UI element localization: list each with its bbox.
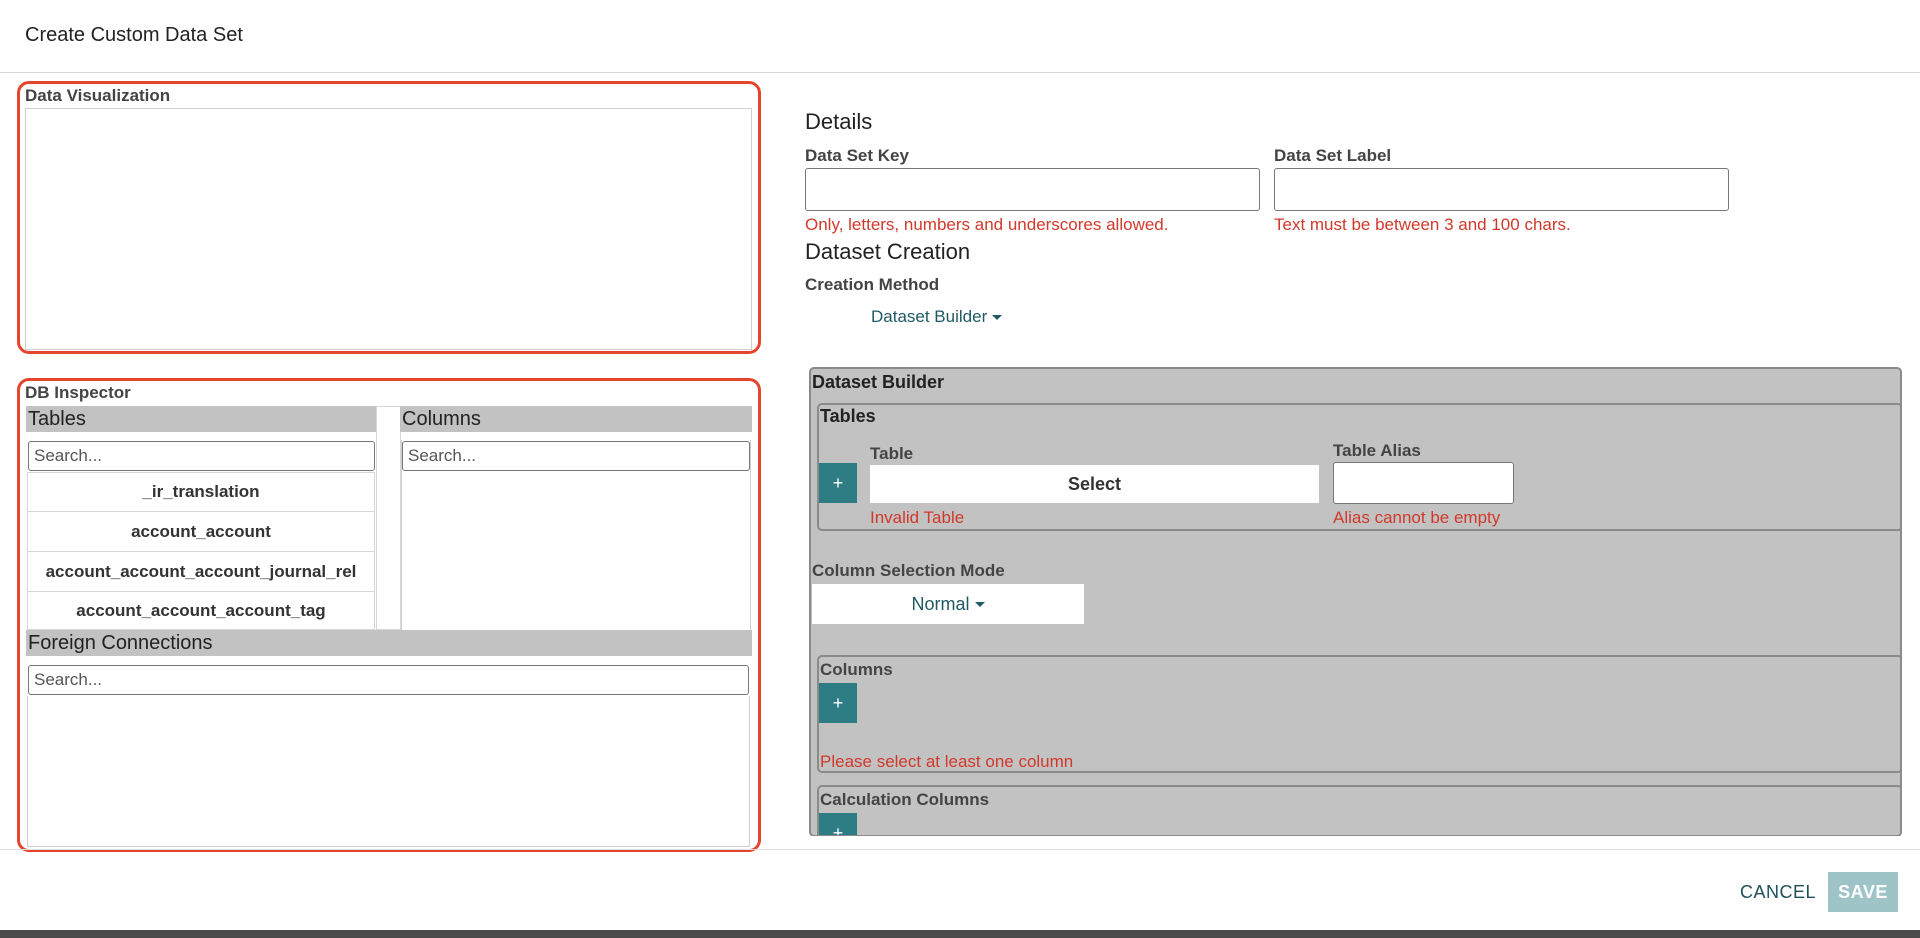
builder-clip-cover [805, 836, 1905, 849]
dataset-key-error: Only, letters, numbers and underscores a… [805, 215, 1169, 234]
builder-columns-title: Columns [820, 660, 893, 679]
save-button[interactable]: SAVE [1828, 872, 1898, 912]
table-list-item[interactable]: account_account_account_tag [27, 592, 375, 630]
table-list-item[interactable]: account_account [27, 512, 375, 552]
creation-method-dropdown[interactable]: Dataset Builder [871, 307, 1003, 327]
creation-method-label: Creation Method [805, 275, 940, 294]
dataset-label-error: Text must be between 3 and 100 chars. [1274, 215, 1571, 234]
table-list-item[interactable]: _ir_translation [27, 472, 375, 512]
dataset-builder-title: Dataset Builder [812, 372, 945, 392]
dataset-creation-title: Dataset Creation [805, 239, 971, 264]
add-column-button[interactable]: + [819, 683, 857, 723]
dataset-key-input[interactable] [805, 168, 1260, 211]
column-selection-mode-value: Normal [911, 593, 970, 614]
visualization-area [25, 108, 752, 350]
tables-header: Tables [26, 406, 376, 432]
builder-calculation-columns-panel: Calculation Columns + [817, 785, 1900, 835]
inspector-label: DB Inspector [25, 383, 131, 402]
modal-header: Create Custom Data Set [0, 0, 1920, 73]
columns-list [401, 440, 751, 630]
table-alias-input[interactable] [1333, 462, 1514, 504]
foreign-connections-list [27, 696, 750, 847]
dataset-label-label: Data Set Label [1274, 146, 1392, 165]
inspector-scrollbar[interactable] [376, 406, 401, 630]
columns-error: Please select at least one column [820, 752, 1074, 771]
modal-footer: CANCEL SAVE [0, 849, 1920, 930]
create-dataset-modal: Create Custom Data Set Data Visualizatio… [0, 0, 1920, 930]
column-selection-mode-label: Column Selection Mode [812, 561, 1005, 580]
add-table-button[interactable]: + [819, 463, 857, 503]
dataset-builder-panel: Dataset Builder Tables + Table Select In… [809, 367, 1902, 837]
add-calculation-column-button[interactable]: + [819, 813, 857, 835]
creation-method-value: Dataset Builder [871, 307, 988, 326]
foreign-connections-search-input[interactable] [28, 665, 749, 695]
dataset-label-input[interactable] [1274, 168, 1729, 211]
visualization-label: Data Visualization [25, 86, 171, 105]
builder-columns-panel: Columns + Please select at least one col… [817, 655, 1900, 773]
table-select-button[interactable]: Select [870, 465, 1319, 503]
column-selection-mode-dropdown[interactable]: Normal [812, 584, 1084, 624]
table-label: Table [870, 444, 914, 463]
caret-down-icon [974, 601, 985, 607]
table-list-item[interactable]: account_account_account_journal_rel [27, 552, 375, 592]
table-error: Invalid Table [870, 508, 965, 527]
table-alias-error: Alias cannot be empty [1333, 508, 1501, 527]
foreign-connections-header: Foreign Connections [26, 630, 752, 656]
cancel-button[interactable]: CANCEL [1728, 872, 1828, 912]
calculation-columns-title: Calculation Columns [820, 790, 990, 809]
table-alias-label: Table Alias [1333, 441, 1421, 460]
caret-down-icon [992, 315, 1003, 321]
dataset-key-label: Data Set Key [805, 146, 909, 165]
modal-title: Create Custom Data Set [25, 24, 243, 46]
columns-header: Columns [400, 406, 752, 432]
builder-tables-panel: Tables + Table Select Invalid Table Tabl… [817, 403, 1900, 531]
tables-search-input[interactable] [28, 441, 375, 471]
details-title: Details [805, 109, 873, 134]
builder-tables-title: Tables [820, 406, 876, 426]
